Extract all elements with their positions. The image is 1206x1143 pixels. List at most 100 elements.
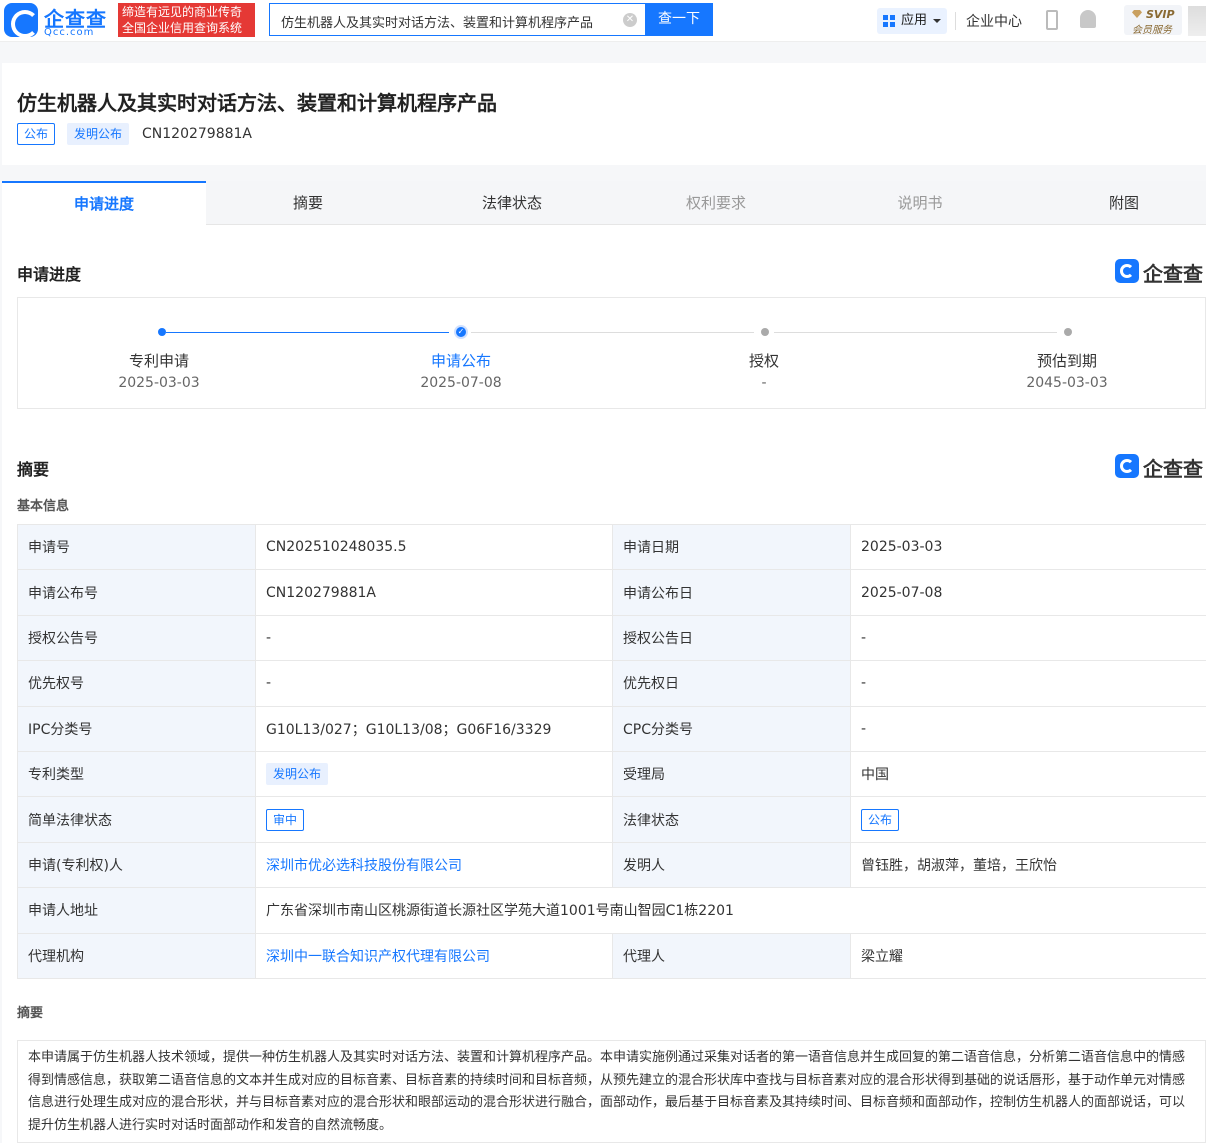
slogan-line-2: 全国企业信用查询系统 (122, 21, 243, 35)
search-input[interactable]: 仿生机器人及其实时对话方法、装置和计算机程序产品 ✕ (269, 3, 645, 36)
timeline-segment (471, 332, 754, 333)
qcc-logo-icon (1115, 259, 1139, 283)
slogan-banner: 缔造有远见的商业传奇 全国企业信用查询系统 (118, 3, 255, 37)
patent-type-badge: 发明公布 (266, 763, 329, 786)
field-value: G10L13/027；G10L13/08；G06F16/3329 (255, 705, 613, 752)
table-row: 申请号 CN202510248035.5 申请日期 2025-03-03 (17, 523, 1206, 571)
field-value: 梁立耀 (850, 932, 1206, 979)
field-value: 曾钰胜，胡淑萍，董培，王欣怡 (850, 841, 1206, 889)
timeline-dot (1064, 328, 1072, 336)
watermark-text: 企查查 (1143, 457, 1203, 481)
content-panel: 申请进度 企查查 ✓ 专利申请 2025-03-03 申请公布 2025-07-… (2, 225, 1206, 1143)
field-value: 2025-03-03 (850, 523, 1206, 571)
applicant-link[interactable]: 深圳市优必选科技股份有限公司 (266, 858, 462, 874)
qcc-watermark: 企查查 (1115, 258, 1206, 286)
field-value: CN202510248035.5 (255, 523, 613, 571)
field-label: 申请公布日 (612, 569, 851, 616)
field-label: 优先权号 (17, 660, 256, 707)
logo-domain: Qcc.com (44, 27, 95, 38)
table-row: 简单法律状态 审中 法律状态 公布 (17, 796, 1206, 843)
check-icon: ✓ (454, 325, 468, 339)
field-value: 深圳市优必选科技股份有限公司 (255, 841, 613, 889)
timeline-step-label: 授权 (748, 352, 779, 370)
table-row: 代理机构 深圳中一联合知识产权代理有限公司 代理人 梁立耀 (17, 932, 1206, 979)
qcc-logo[interactable]: 企查查 Qcc.com (4, 3, 116, 39)
field-label: CPC分类号 (612, 705, 851, 752)
enterprise-center-link[interactable]: 企业中心 (966, 11, 1022, 31)
agency-link[interactable]: 深圳中一联合知识产权代理有限公司 (266, 949, 490, 965)
page-title: 仿生机器人及其实时对话方法、装置和计算机程序产品 (17, 91, 497, 115)
abstract-section-title: 摘要 (17, 460, 50, 479)
table-row: 申请人地址 广东省深圳市南山区桃源街道长源社区学苑大道1001号南山智园C1栋2… (17, 887, 1206, 934)
clear-search-icon[interactable]: ✕ (623, 13, 637, 27)
tab-progress[interactable]: 申请进度 (2, 181, 206, 226)
search-button[interactable]: 查一下 (645, 3, 713, 36)
top-navigation-bar: 企查查 Qcc.com 缔造有远见的商业传奇 全国企业信用查询系统 仿生机器人及… (0, 0, 1206, 42)
timeline-step-date: - (761, 375, 767, 391)
tab-abstract[interactable]: 摘要 (206, 181, 410, 225)
apps-menu-button[interactable]: 应用 (877, 8, 947, 34)
field-label: 法律状态 (612, 796, 851, 843)
timeline-segment (774, 332, 1057, 333)
avatar[interactable] (1188, 6, 1206, 36)
field-label: 受理局 (612, 750, 851, 798)
field-value: 2025-07-08 (850, 569, 1206, 616)
field-label: 专利类型 (17, 750, 256, 798)
svip-member-button[interactable]: SVIP 会员服务 (1124, 5, 1182, 36)
timeline-step-date: 2045-03-03 (1026, 375, 1108, 391)
field-label: IPC分类号 (17, 705, 256, 752)
progress-section-title: 申请进度 (17, 265, 82, 284)
tab-description[interactable]: 说明书 (818, 181, 1022, 225)
timeline-dot (158, 328, 166, 336)
notification-bell-icon[interactable] (1080, 10, 1096, 28)
publication-number: CN120279881A (142, 126, 252, 142)
svip-label: SVIP (1146, 8, 1175, 21)
basic-info-table: 申请号 CN202510248035.5 申请日期 2025-03-03 申请公… (17, 523, 1206, 979)
timeline-step-date: 2025-07-08 (420, 375, 502, 391)
status-badge: 审中 (266, 808, 305, 831)
timeline-segment-done (166, 332, 449, 333)
field-label: 申请公布号 (17, 569, 256, 616)
watermark-text: 企查查 (1143, 262, 1203, 286)
tab-legal-status[interactable]: 法律状态 (410, 181, 614, 225)
field-value: CN120279881A (255, 569, 613, 616)
field-label: 优先权日 (612, 660, 851, 707)
field-value: - (850, 705, 1206, 752)
table-row: 申请(专利权)人 深圳市优必选科技股份有限公司 发明人 曾钰胜，胡淑萍，董培，王… (17, 841, 1206, 889)
timeline-dot (761, 328, 769, 336)
field-label: 申请日期 (612, 523, 851, 571)
table-row: IPC分类号 G10L13/027；G10L13/08；G06F16/3329 … (17, 705, 1206, 752)
patent-tabs: 申请进度 摘要 法律状态 权利要求 说明书 附图 (2, 181, 1206, 226)
table-row: 专利类型 发明公布 受理局 中国 (17, 750, 1206, 798)
field-value: - (255, 614, 613, 662)
slogan-line-1: 缔造有远见的商业传奇 (122, 5, 243, 19)
field-value: 中国 (850, 750, 1206, 798)
basic-info-label: 基本信息 (17, 499, 70, 514)
timeline-step-label: 申请公布 (430, 352, 491, 370)
field-label: 发明人 (612, 841, 851, 889)
search-input-value[interactable]: 仿生机器人及其实时对话方法、装置和计算机程序产品 (281, 12, 593, 31)
field-label: 申请人地址 (17, 887, 256, 934)
status-badge: 公布 (861, 808, 900, 831)
field-label: 简单法律状态 (17, 796, 256, 843)
field-label: 代理机构 (17, 932, 256, 979)
table-row: 优先权号 - 优先权日 - (17, 660, 1206, 707)
timeline-step-label: 预估到期 (1036, 352, 1097, 370)
field-value: - (850, 660, 1206, 707)
patent-type-badge: 发明公布 (67, 123, 130, 145)
abstract-label: 摘要 (17, 1006, 44, 1021)
qcc-logo-icon (4, 3, 39, 38)
tab-figures[interactable]: 附图 (1022, 181, 1206, 225)
field-value: 广东省深圳市南山区桃源街道长源社区学苑大道1001号南山智园C1栋2201 (255, 887, 1206, 934)
member-service-label: 会员服务 (1132, 25, 1172, 36)
abstract-text: 本申请属于仿生机器人技术领域，提供一种仿生机器人及其实时对话方法、装置和计算机程… (17, 1040, 1206, 1143)
field-value: - (255, 660, 613, 707)
field-value: 深圳中一联合知识产权代理有限公司 (255, 932, 613, 979)
mobile-icon[interactable] (1046, 10, 1058, 30)
tab-claims[interactable]: 权利要求 (614, 181, 818, 225)
timeline-step-label: 专利申请 (128, 352, 189, 370)
qcc-watermark: 企查查 (1115, 453, 1206, 481)
field-label: 代理人 (612, 932, 851, 979)
apps-grid-icon (883, 15, 895, 27)
qcc-logo-icon (1115, 454, 1139, 478)
